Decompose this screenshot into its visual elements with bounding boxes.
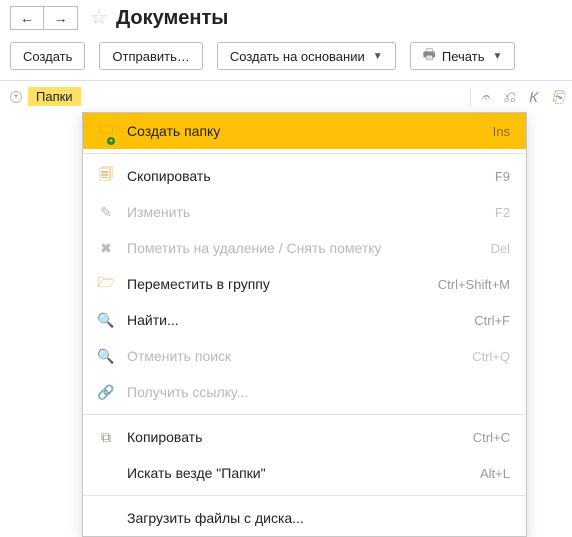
context-menu: 🗀+ Создать папкуIns 🗐 СкопироватьF9 ✎ Изменит… (82, 112, 527, 537)
arrow-right-icon: → (54, 10, 68, 26)
context-menu-item: 🔗 Получить ссылку... (83, 374, 526, 410)
context-menu-shortcut: Ctrl+Q (472, 349, 510, 364)
send-button-label: Отправить… (112, 49, 189, 64)
copy-icon: ⧉ (95, 429, 117, 446)
move-group-icon: 🗁 (95, 272, 117, 296)
context-menu-shortcut: Ctrl+F (474, 313, 510, 328)
context-menu-label: Пометить на удаление / Снять пометку (127, 240, 490, 256)
context-menu-label: Найти... (127, 312, 474, 328)
link-icon: 🔗 (95, 384, 117, 401)
context-menu-separator (83, 495, 526, 496)
context-menu-item[interactable]: 🗐 СкопироватьF9 (83, 158, 526, 194)
trash-mark-icon: ✖ (95, 240, 117, 257)
context-menu-separator (83, 414, 526, 415)
folder-plus-icon: 🗀+ (95, 119, 117, 143)
tree-expand-icon[interactable]: + (10, 91, 22, 103)
context-menu-separator (83, 153, 526, 154)
context-menu-shortcut: Alt+L (480, 466, 510, 481)
arrow-left-icon: ← (20, 10, 34, 26)
print-button[interactable]: 🖶 Печать ▼ (410, 42, 516, 70)
context-menu-label: Создать папку (127, 123, 493, 139)
context-menu-shortcut: Ctrl+Shift+M (438, 277, 510, 292)
pencil-icon: ✎ (95, 204, 117, 221)
context-menu-item[interactable]: Искать везде "Папки"Alt+L (83, 455, 526, 491)
context-menu-shortcut: Ins (493, 124, 510, 139)
create-based-on-label: Создать на основании (230, 49, 365, 64)
search-icon: 🔍 (95, 312, 117, 329)
chevron-down-icon: ▼ (373, 51, 383, 62)
context-menu-item[interactable]: ⧉ КопироватьCtrl+C (83, 419, 526, 455)
context-menu-label: Переместить в группу (127, 276, 438, 292)
context-menu-shortcut: Ctrl+C (473, 430, 510, 445)
context-menu-label: Отменить поиск (127, 348, 472, 364)
context-menu-label: Изменить (127, 204, 495, 220)
chevron-down-icon: ▼ (492, 51, 502, 62)
attachment-icon[interactable]: 𝄐 (481, 89, 489, 106)
italic-k-icon[interactable]: К (529, 89, 538, 106)
context-menu-item: 🔍 Отменить поискCtrl+Q (83, 338, 526, 374)
create-based-on-button[interactable]: Создать на основании ▼ (217, 42, 396, 70)
context-menu-label: Получить ссылку... (127, 384, 510, 400)
create-button-label: Создать (23, 49, 72, 64)
export-icon[interactable]: ⎘ (552, 89, 564, 106)
nav-back-button[interactable]: ← (10, 6, 44, 30)
search-cancel-icon: 🔍 (95, 348, 117, 365)
context-menu-label: Копировать (127, 429, 473, 445)
context-menu-item: ✎ ИзменитьF2 (83, 194, 526, 230)
printer-icon: 🖶 (423, 44, 436, 68)
context-menu-label: Искать везде "Папки" (127, 465, 480, 481)
send-button[interactable]: Отправить… (99, 42, 202, 70)
copy-doc-icon: 🗐 (95, 164, 117, 188)
context-menu-label: Загрузить файлы с диска... (127, 510, 510, 526)
favorite-star-icon[interactable]: ☆ (90, 8, 108, 28)
context-menu-item[interactable]: 🔍 Найти...Ctrl+F (83, 302, 526, 338)
print-button-label: Печать (442, 49, 485, 64)
tree-item-folders[interactable]: Папки (28, 87, 81, 106)
context-menu-label: Скопировать (127, 168, 495, 184)
context-menu-shortcut: Del (490, 241, 510, 256)
page-title: Документы (116, 7, 228, 30)
context-menu-item[interactable]: Загрузить файлы с диска... (83, 500, 526, 536)
bookmark-icon[interactable]: ⎌ (503, 89, 515, 106)
nav-forward-button[interactable]: → (44, 6, 78, 30)
context-menu-item[interactable]: 🗁 Переместить в группуCtrl+Shift+M (83, 266, 526, 302)
create-button[interactable]: Создать (10, 42, 85, 70)
context-menu-shortcut: F9 (495, 169, 510, 184)
context-menu-shortcut: F2 (495, 205, 510, 220)
context-menu-item: ✖ Пометить на удаление / Снять пометкуDel (83, 230, 526, 266)
context-menu-item[interactable]: 🗀+ Создать папкуIns (83, 113, 526, 149)
